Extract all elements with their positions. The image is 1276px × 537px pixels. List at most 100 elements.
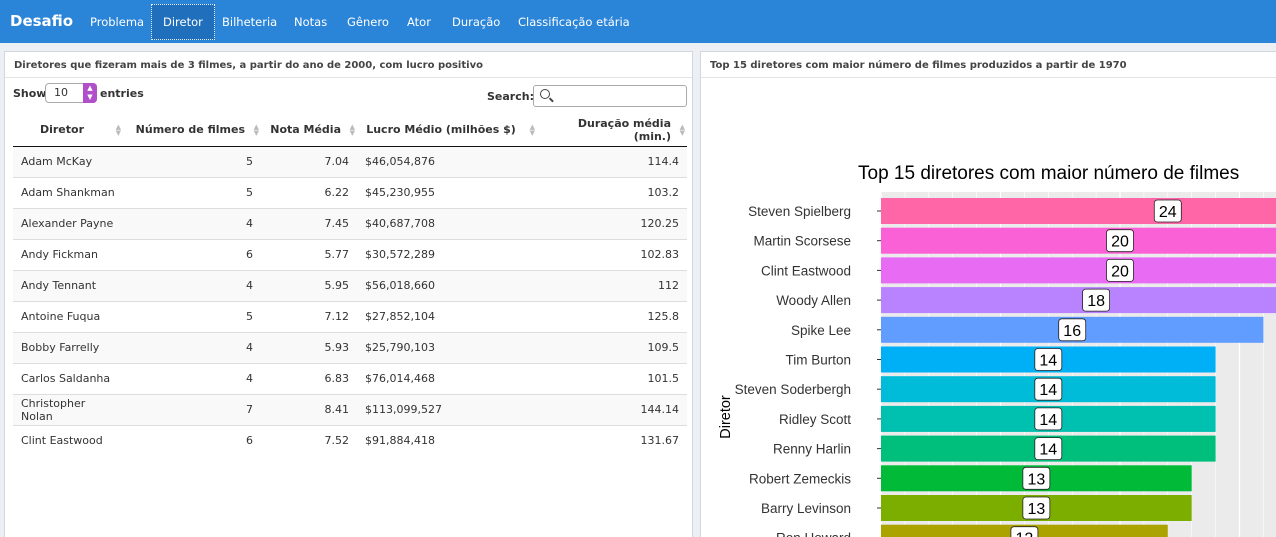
table-cell: Carlos Saldanha	[13, 362, 123, 394]
app-brand[interactable]: Desafio	[10, 12, 73, 30]
table-cell: Andy Tennant	[13, 269, 123, 301]
table-cell: Alexander Payne	[13, 207, 123, 239]
table-row[interactable]: Adam McKay 5 7.04 $46,054,876 114.4	[13, 146, 687, 177]
table-cell: $56,018,660	[357, 269, 537, 301]
select-arrows-icon: ▲ ▼	[83, 83, 97, 103]
tab-genero[interactable]: Gênero	[347, 15, 389, 29]
directors-table-panel: Diretores que fizeram mais de 3 filmes, …	[4, 51, 693, 537]
table-row[interactable]: Andy Fickman 6 5.77 $30,572,289 102.83	[13, 238, 687, 270]
table-row[interactable]: Antoine Fuqua 5 7.12 $27,852,104 125.8	[13, 300, 687, 332]
table-cell: $113,099,527	[357, 393, 537, 425]
table-cell: 102.83	[537, 238, 687, 270]
table-cell: 101.5	[537, 362, 687, 394]
table-cell: 7.52	[261, 424, 357, 456]
table-cell: 5.93	[261, 331, 357, 363]
table-row[interactable]: Christopher Nolan 7 8.41 $113,099,527 144.14	[13, 393, 687, 425]
y-tick-label: Steven Soderbergh	[735, 382, 851, 397]
table-row[interactable]: Alexander Payne 4 7.45 $40,687,708 120.25	[13, 207, 687, 239]
table-cell: 6.22	[261, 176, 357, 208]
table-row[interactable]: Carlos Saldanha 4 6.83 $76,014,468 101.5	[13, 362, 687, 394]
table-cell: 5	[123, 300, 261, 332]
column-header-duracao-media[interactable]: Duração média (min.) ▲ ▼	[537, 114, 687, 147]
y-tick-label: Steven Spielberg	[748, 204, 851, 219]
table-cell: 7.12	[261, 300, 357, 332]
tab-duracao[interactable]: Duração	[452, 15, 500, 29]
table-cell: 5.77	[261, 238, 357, 270]
entries-label: entries	[100, 87, 144, 100]
table-cell: Antoine Fuqua	[13, 300, 123, 332]
y-tick-label: Robert Zemeckis	[749, 471, 851, 486]
data-label: 16	[1063, 323, 1081, 340]
table-cell: Clint Eastwood	[13, 424, 123, 456]
table-cell: 5	[123, 176, 261, 208]
table-cell: 112	[537, 269, 687, 301]
bar	[881, 257, 1276, 284]
directors-table: Diretor ▲ ▼ Número de filmes ▲ ▼ Nota Média ▲…	[13, 114, 687, 456]
sort-icon: ▲ ▼	[679, 123, 685, 137]
sort-icon: ▲ ▼	[253, 123, 259, 137]
data-label: 12	[1016, 531, 1034, 537]
tab-problema[interactable]: Problema	[90, 15, 144, 29]
search-icon	[540, 89, 550, 99]
entries-length-select[interactable]: 10 ▲ ▼	[45, 83, 97, 103]
table-cell: 6	[123, 424, 261, 456]
table-header-row: Diretor ▲ ▼ Número de filmes ▲ ▼ Nota Média ▲…	[13, 114, 687, 147]
table-cell: Christopher Nolan	[13, 393, 123, 425]
table-cell: 120.25	[537, 207, 687, 239]
data-label: 18	[1087, 293, 1105, 310]
table-row[interactable]: Andy Tennant 4 5.95 $56,018,660 112	[13, 269, 687, 301]
sort-icon: ▲ ▼	[349, 123, 355, 137]
table-cell: Adam Shankman	[13, 176, 123, 208]
search-input[interactable]	[533, 85, 687, 107]
data-label: 20	[1111, 263, 1129, 280]
table-cell: 103.2	[537, 176, 687, 208]
data-label: 14	[1039, 382, 1057, 399]
table-cell: 125.8	[537, 300, 687, 332]
top-directors-bar-chart: Top 15 diretores com maior número de fil…	[718, 163, 1276, 537]
tab-bilheteria[interactable]: Bilheteria	[222, 15, 277, 29]
column-header-lucro-medio[interactable]: Lucro Médio (milhões $) ▲ ▼	[357, 114, 537, 147]
table-row[interactable]: Adam Shankman 5 6.22 $45,230,955 103.2	[13, 176, 687, 208]
table-cell: Andy Fickman	[13, 238, 123, 270]
table-cell: $25,790,103	[357, 331, 537, 363]
table-cell: Bobby Farrelly	[13, 331, 123, 363]
panel-title: Top 15 diretores com maior número de fil…	[701, 52, 1276, 78]
panel-title: Diretores que fizeram mais de 3 filmes, …	[5, 52, 692, 78]
data-label: 13	[1027, 471, 1045, 488]
top-directors-chart-panel: Top 15 diretores com maior número de fil…	[700, 51, 1276, 537]
table-cell: 109.5	[537, 331, 687, 363]
y-axis-label: Diretor	[718, 395, 734, 439]
tab-diretor[interactable]: Diretor	[151, 4, 215, 40]
y-tick-label: Woody Allen	[776, 293, 851, 308]
tab-classificacao-etaria[interactable]: Classificação etária	[518, 15, 630, 29]
bar	[881, 227, 1276, 254]
table-cell: 4	[123, 331, 261, 363]
table-cell: 7	[123, 393, 261, 425]
column-header-diretor[interactable]: Diretor ▲ ▼	[13, 114, 123, 147]
table-cell: $45,230,955	[357, 176, 537, 208]
show-label: Show	[13, 87, 47, 100]
table-row[interactable]: Bobby Farrelly 4 5.93 $25,790,103 109.5	[13, 331, 687, 363]
y-tick-label: Ron Howard	[776, 531, 851, 537]
table-cell: 131.67	[537, 424, 687, 456]
column-header-nota-media[interactable]: Nota Média ▲ ▼	[261, 114, 357, 147]
table-cell: 144.14	[537, 393, 687, 425]
table-cell: $46,054,876	[357, 146, 537, 177]
y-tick-label: Spike Lee	[791, 323, 851, 338]
tab-ator[interactable]: Ator	[407, 15, 431, 29]
table-cell: $91,884,418	[357, 424, 537, 456]
column-header-numero-de-filmes[interactable]: Número de filmes ▲ ▼	[123, 114, 261, 147]
y-tick-label: Renny Harlin	[773, 442, 851, 457]
table-cell: 4	[123, 362, 261, 394]
table-row[interactable]: Clint Eastwood 6 7.52 $91,884,418 131.67	[13, 424, 687, 456]
tab-notas[interactable]: Notas	[294, 15, 327, 29]
table-cell: Adam McKay	[13, 146, 123, 177]
table-cell: 6	[123, 238, 261, 270]
data-label: 24	[1159, 204, 1177, 221]
table-cell: 5	[123, 146, 261, 177]
plot-area: Steven Spielberg 24 Martin Scorsese 20 Clint…	[735, 192, 1276, 537]
entries-length-value: 10	[54, 86, 68, 99]
bar	[881, 198, 1276, 224]
y-tick-label: Tim Burton	[785, 353, 851, 368]
table-cell: 4	[123, 207, 261, 239]
